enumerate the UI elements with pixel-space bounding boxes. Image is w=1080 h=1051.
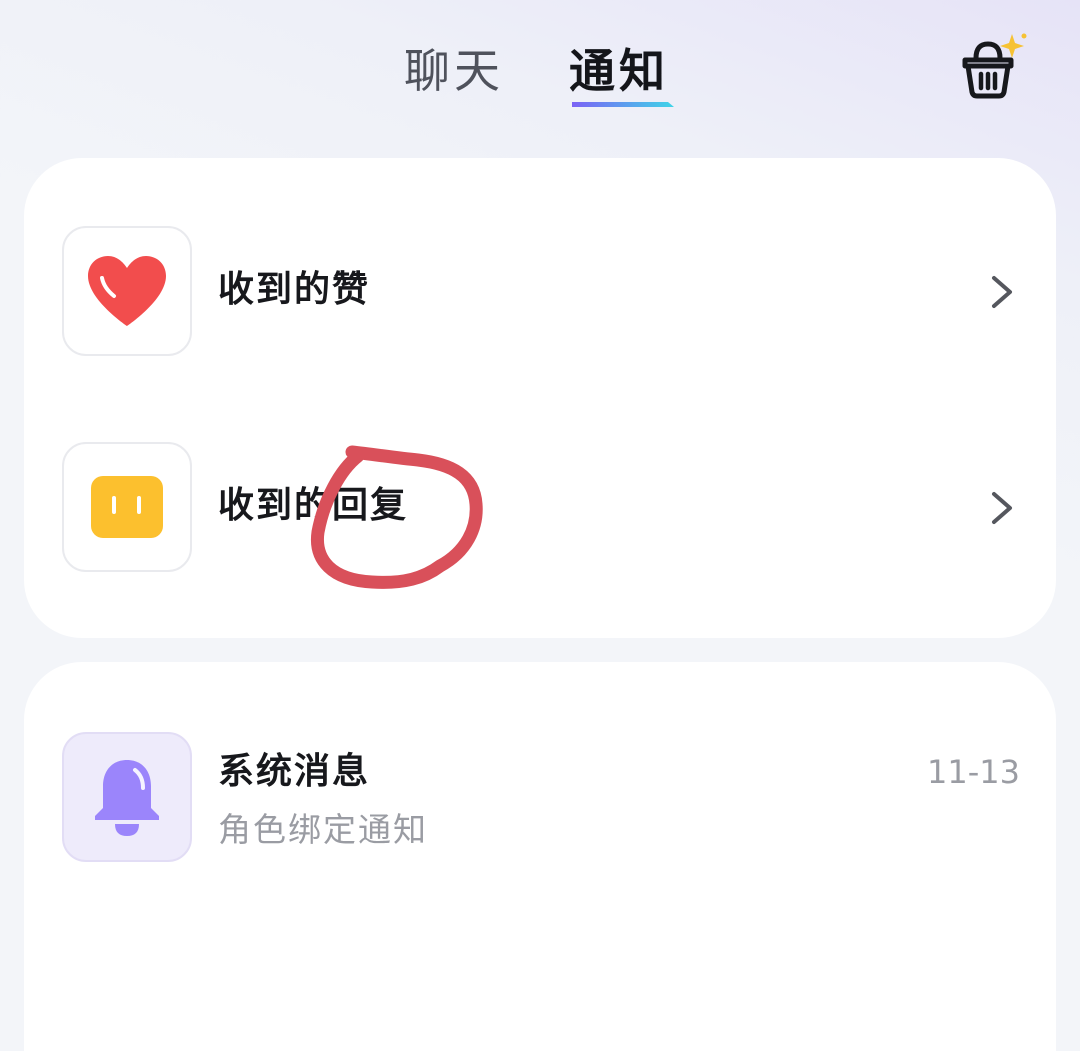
tab-notifications[interactable]: 通知 [569, 38, 669, 104]
chat-bubble-icon [91, 476, 163, 538]
system-icon-box [62, 732, 192, 862]
basket-button[interactable] [956, 30, 1032, 106]
tab-chat[interactable]: 聊天 [404, 38, 504, 104]
received-replies-item[interactable]: 收到的回复 [24, 442, 1056, 572]
received-likes-item[interactable]: 收到的赞 [24, 226, 1056, 356]
system-message-item[interactable]: 系统消息 角色绑定通知 11-13 [24, 732, 1056, 862]
bell-icon [95, 760, 159, 836]
chevron-right-icon [992, 276, 1012, 308]
basket-sparkle-icon [962, 33, 1027, 99]
interactions-card: 收到的赞 收到的回复 [24, 158, 1056, 638]
likes-icon-box [62, 226, 192, 356]
chevron-right-icon [992, 492, 1012, 524]
system-message-date: 11-13 [927, 753, 1020, 791]
received-replies-label: 收到的回复 [218, 485, 409, 526]
system-message-preview: 角色绑定通知 [218, 810, 428, 849]
heart-icon [88, 256, 166, 326]
messages-card: 系统消息 角色绑定通知 11-13 [24, 662, 1056, 1051]
replies-icon-box [62, 442, 192, 572]
system-message-title: 系统消息 [218, 751, 371, 792]
received-likes-label: 收到的赞 [218, 269, 371, 310]
top-tabs: 聊天 通知 [0, 38, 1080, 118]
active-tab-indicator [572, 102, 674, 107]
